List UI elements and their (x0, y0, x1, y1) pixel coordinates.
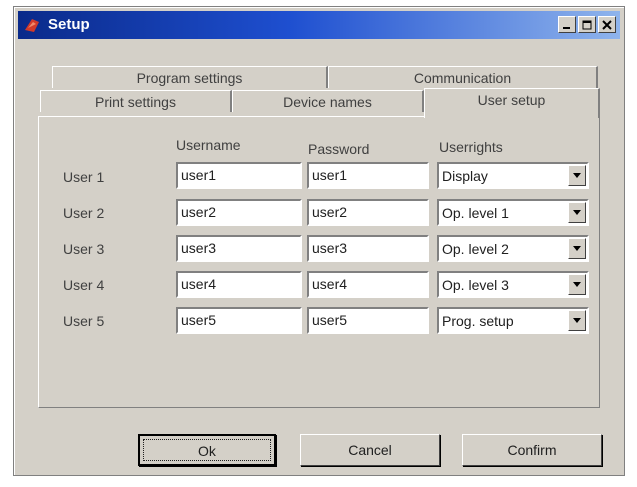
user-label: User 4 (63, 277, 105, 293)
userrights-column-header: Userrights (439, 139, 503, 155)
title-bar[interactable]: Setup (18, 11, 620, 39)
dropdown-arrow-icon (573, 210, 581, 215)
dropdown-button[interactable] (568, 274, 586, 295)
username-input[interactable]: user3 (176, 235, 302, 262)
dropdown-arrow-icon (573, 246, 581, 251)
close-icon (602, 19, 612, 30)
username-input[interactable]: user1 (176, 162, 302, 189)
tab-program-settings[interactable]: Program settings (52, 66, 328, 88)
user-label: User 5 (63, 313, 105, 329)
userrights-select[interactable]: Op. level 2 (437, 235, 589, 262)
ok-button[interactable]: Ok (138, 434, 276, 466)
userrights-select[interactable]: Display (437, 162, 589, 189)
username-column-header: Username (176, 137, 241, 153)
dropdown-arrow-icon (573, 173, 581, 178)
user-setup-panel: Username Password Userrights User 1 user… (38, 116, 600, 408)
app-icon (25, 19, 39, 32)
password-input[interactable]: user1 (307, 162, 429, 189)
dropdown-button[interactable] (568, 202, 586, 223)
tab-print-settings[interactable]: Print settings (40, 90, 232, 112)
minimize-button[interactable] (558, 16, 576, 33)
dropdown-arrow-icon (573, 318, 581, 323)
password-input[interactable]: user5 (307, 307, 429, 334)
password-input[interactable]: user3 (307, 235, 429, 262)
user-label: User 3 (63, 241, 105, 257)
dropdown-arrow-icon (573, 282, 581, 287)
close-button[interactable] (598, 16, 616, 33)
userrights-select[interactable]: Op. level 1 (437, 199, 589, 226)
maximize-icon (582, 20, 592, 29)
tab-device-names[interactable]: Device names (232, 90, 424, 112)
maximize-button[interactable] (578, 16, 596, 33)
userrights-select[interactable]: Prog. setup (437, 307, 589, 334)
userrights-select[interactable]: Op. level 3 (437, 271, 589, 298)
focus-rectangle (143, 439, 271, 461)
cancel-button[interactable]: Cancel (300, 434, 440, 466)
user-label: User 1 (63, 169, 105, 185)
dropdown-button[interactable] (568, 238, 586, 259)
password-column-header: Password (308, 141, 370, 157)
username-input[interactable]: user5 (176, 307, 302, 334)
confirm-button[interactable]: Confirm (462, 434, 602, 466)
tab-user-setup[interactable]: User setup (424, 88, 600, 118)
minimize-icon (563, 26, 570, 29)
username-input[interactable]: user2 (176, 199, 302, 226)
user-label: User 2 (63, 205, 105, 221)
tab-communication[interactable]: Communication (328, 66, 598, 88)
dropdown-button[interactable] (568, 310, 586, 331)
password-input[interactable]: user4 (307, 271, 429, 298)
username-input[interactable]: user4 (176, 271, 302, 298)
password-input[interactable]: user2 (307, 199, 429, 226)
dropdown-button[interactable] (568, 165, 586, 186)
window-title: Setup (48, 16, 90, 33)
